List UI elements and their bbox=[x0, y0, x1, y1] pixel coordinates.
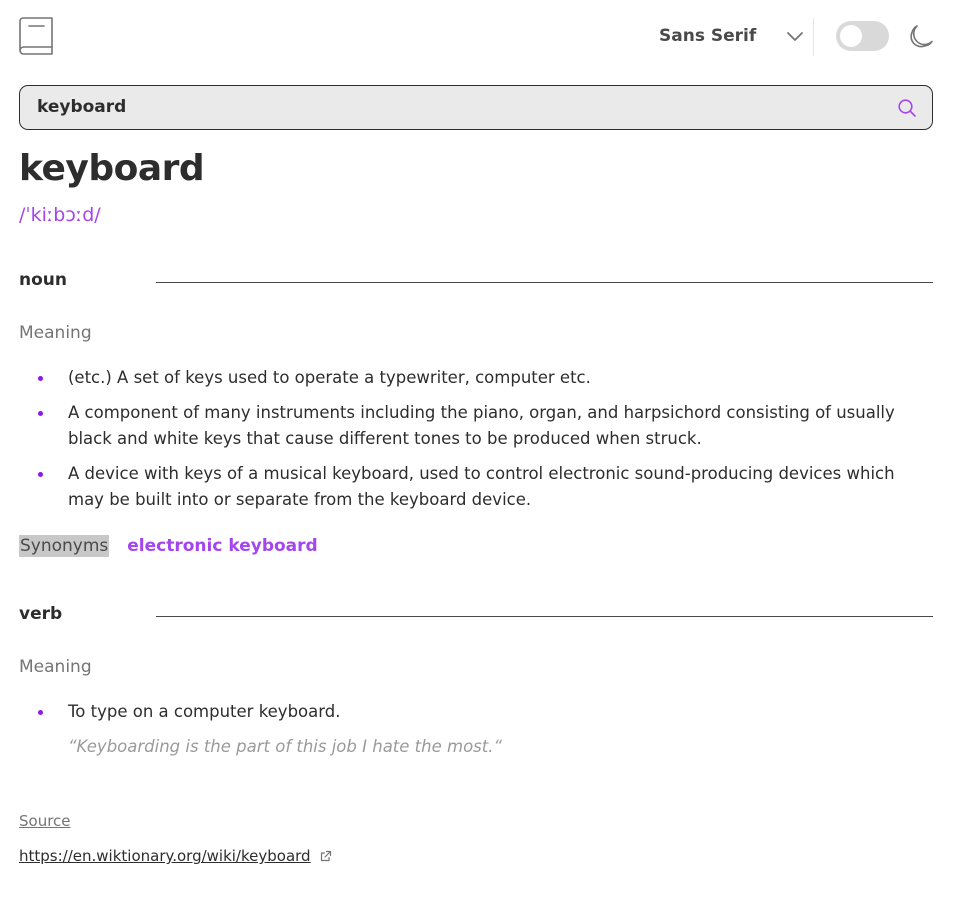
book-icon[interactable] bbox=[19, 17, 53, 55]
part-of-speech-noun: noun bbox=[19, 270, 933, 294]
example-text: “Keyboarding is the part of this job I h… bbox=[68, 737, 503, 756]
meaning-label: Meaning bbox=[19, 323, 92, 343]
bullet bbox=[38, 710, 43, 715]
header-divider bbox=[813, 18, 814, 56]
bullet bbox=[38, 472, 43, 477]
search-bar bbox=[19, 85, 933, 130]
bullet bbox=[38, 376, 43, 381]
theme-toggle[interactable] bbox=[836, 21, 889, 51]
pos-divider bbox=[156, 616, 933, 617]
source-url: https://en.wiktionary.org/wiki/keyboard bbox=[19, 847, 311, 865]
synonyms-row: Synonyms electronic keyboard bbox=[19, 533, 318, 559]
external-link-icon bbox=[320, 850, 331, 862]
list-item: A device with keys of a musical keyboard… bbox=[19, 461, 933, 513]
font-selector[interactable]: Sans Serif bbox=[659, 24, 804, 48]
pos-label: verb bbox=[19, 604, 63, 624]
list-item: (etc.) A set of keys used to operate a t… bbox=[19, 365, 933, 391]
moon-icon bbox=[910, 25, 933, 48]
pos-divider bbox=[156, 282, 933, 283]
definition-text: A component of many instruments includin… bbox=[68, 403, 895, 448]
definition-text: A device with keys of a musical keyboard… bbox=[68, 464, 895, 509]
source-footer: Source https://en.wiktionary.org/wiki/ke… bbox=[19, 812, 331, 865]
meaning-label: Meaning bbox=[19, 657, 92, 677]
list-item: A component of many instruments includin… bbox=[19, 400, 933, 452]
toggle-knob bbox=[840, 25, 862, 47]
app-header: Sans Serif bbox=[19, 16, 933, 56]
source-link[interactable]: https://en.wiktionary.org/wiki/keyboard bbox=[19, 847, 332, 865]
word-title: keyboard bbox=[19, 148, 205, 189]
definition-list: (etc.) A set of keys used to operate a t… bbox=[19, 365, 933, 522]
phonetic: /ˈkiːbɔːd/ bbox=[19, 204, 101, 226]
pos-label: noun bbox=[19, 270, 67, 290]
font-selector-label: Sans Serif bbox=[659, 26, 757, 46]
definition-text: (etc.) A set of keys used to operate a t… bbox=[68, 368, 591, 387]
source-label: Source bbox=[19, 812, 71, 830]
synonym-link[interactable]: electronic keyboard bbox=[127, 536, 317, 556]
search-input[interactable] bbox=[37, 86, 877, 128]
search-icon[interactable] bbox=[897, 98, 917, 118]
definition-text: To type on a computer keyboard. bbox=[68, 702, 341, 721]
bullet bbox=[38, 411, 43, 416]
chevron-down-icon bbox=[787, 32, 804, 41]
list-item: To type on a computer keyboard. “Keyboar… bbox=[19, 699, 933, 760]
synonyms-label: Synonyms bbox=[19, 535, 110, 557]
part-of-speech-verb: verb bbox=[19, 604, 933, 628]
definition-list: To type on a computer keyboard. “Keyboar… bbox=[19, 699, 933, 769]
